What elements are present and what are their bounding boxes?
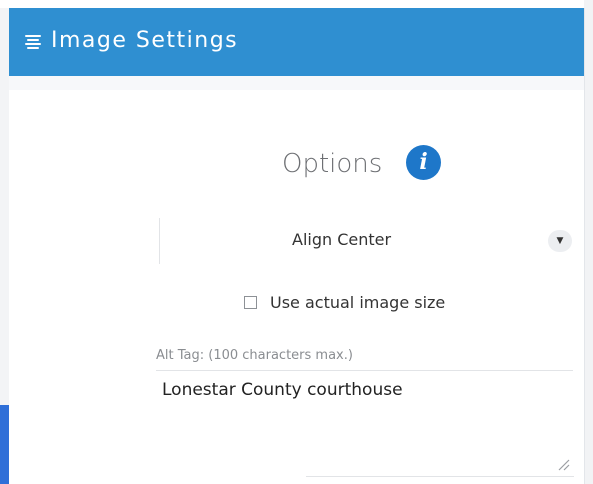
actual-size-option[interactable]: Use actual image size (244, 291, 504, 317)
options-label: Options (282, 149, 383, 179)
info-icon[interactable]: i (406, 145, 441, 180)
panel-title: Image Settings (51, 28, 239, 53)
right-edge-background (584, 0, 593, 484)
panel-header: Image Settings (9, 8, 584, 90)
image-settings-dialog: Image Settings Options i Align Center ▼ … (0, 0, 593, 484)
alt-tag-bottom-border (306, 476, 574, 477)
options-heading: Options i (9, 145, 584, 185)
alt-tag-label: Alt Tag: (100 characters max.) (156, 348, 353, 363)
list-menu-icon (25, 35, 41, 49)
settings-panel: Image Settings Options i Align Center ▼ … (9, 8, 585, 484)
alignment-select[interactable]: Align Center ▼ (159, 218, 579, 264)
dropdown-arrow-icon[interactable]: ▼ (548, 230, 572, 252)
actual-size-checkbox[interactable] (244, 296, 257, 309)
alt-tag-field[interactable]: Lonestar County courthouse (156, 380, 574, 472)
select-divider (159, 218, 160, 264)
resize-handle-icon[interactable] (556, 457, 570, 471)
actual-size-label[interactable]: Use actual image size (270, 293, 445, 312)
left-edge-accent (0, 405, 9, 484)
alignment-selected-value[interactable]: Align Center (292, 230, 391, 249)
alt-tag-divider (156, 370, 573, 371)
